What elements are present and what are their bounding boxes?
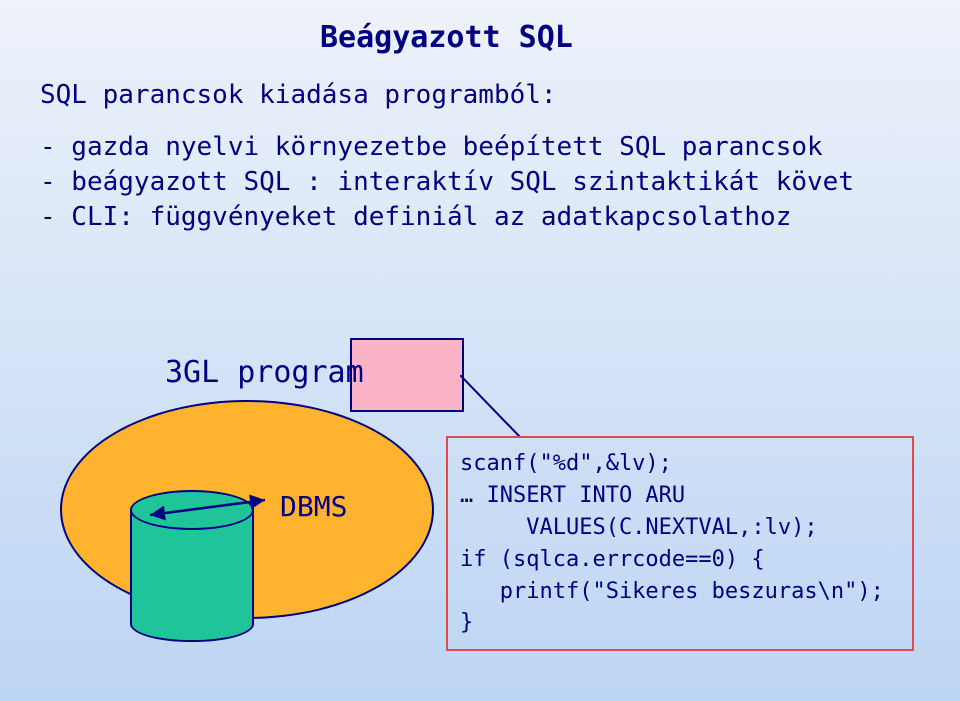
code-box: scanf("%d",&lv); … INSERT INTO ARU VALUE…	[446, 436, 914, 651]
code-l5: printf("Sikeres beszuras\n");	[460, 579, 884, 604]
database-cylinder	[130, 490, 250, 640]
code-l4: if (sqlca.errcode==0) {	[460, 547, 765, 572]
bullet-list: - gazda nyelvi környezetbe beépített SQL…	[40, 130, 854, 235]
bullet-3: - CLI: függvényeket definiál az adatkapc…	[40, 200, 854, 235]
dbms-label: DBMS	[280, 490, 347, 523]
code-l3: VALUES(C.NEXTVAL,:lv);	[460, 515, 818, 540]
bullet-1: - gazda nyelvi környezetbe beépített SQL…	[40, 130, 854, 165]
code-l6: }	[460, 610, 473, 635]
gl-program-label: 3GL program	[165, 355, 364, 390]
cylinder-top	[130, 490, 254, 530]
code-l1: scanf("%d",&lv);	[460, 451, 672, 476]
code-l2: … INSERT INTO ARU	[460, 483, 685, 508]
slide-title: Beágyazott SQL	[320, 20, 573, 55]
program-box	[350, 338, 464, 412]
bullet-2: - beágyazott SQL : interaktív SQL szinta…	[40, 165, 854, 200]
intro-text: SQL parancsok kiadása programból:	[40, 80, 557, 110]
